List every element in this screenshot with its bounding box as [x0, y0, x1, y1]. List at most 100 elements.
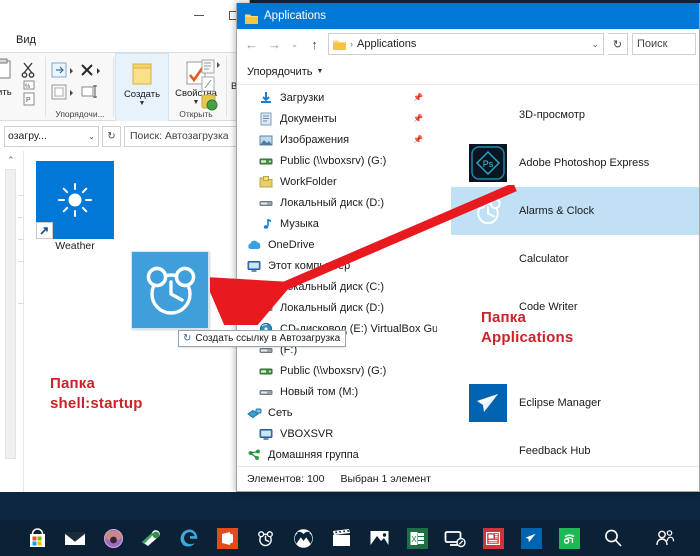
eclipse-manager-icon: [469, 384, 507, 422]
tab-view[interactable]: Вид: [8, 32, 44, 48]
arrow-right-icon[interactable]: →: [265, 33, 284, 55]
left-ribbon: % P вить: [0, 52, 249, 122]
pin-icon[interactable]: 📌: [413, 114, 423, 123]
minimize-button[interactable]: [182, 0, 216, 30]
list-item-label: Adobe Photoshop Express: [519, 157, 650, 169]
list-item[interactable]: Calculator: [451, 235, 699, 283]
weather-tile[interactable]: [36, 161, 114, 239]
properties-caret-icon[interactable]: ▼: [193, 99, 200, 106]
this-pc-icon: [259, 427, 273, 441]
new-caret-icon[interactable]: ▼: [139, 100, 146, 107]
nav-item-label: Сеть: [268, 406, 293, 419]
taskbar-eclipse-manager[interactable]: [512, 520, 550, 556]
nav-item-8[interactable]: OneDrive: [237, 234, 437, 255]
nav-item-2[interactable]: Документы 📌: [237, 108, 437, 129]
nav-item-11[interactable]: Локальный диск (D:): [237, 297, 437, 318]
taskbar-excel[interactable]: X: [398, 520, 436, 556]
nav-item-10[interactable]: Локальный диск (C:): [237, 276, 437, 297]
chevron-down-icon[interactable]: ▼: [316, 68, 323, 75]
taskbar-edge[interactable]: [170, 520, 208, 556]
paste-button-label[interactable]: вить: [0, 87, 12, 98]
list-item[interactable]: Ps Adobe Photoshop Express: [451, 139, 699, 187]
chevron-up-icon[interactable]: ⌃: [7, 155, 15, 166]
nav-item-5[interactable]: WorkFolder: [237, 171, 437, 192]
applications-list: 3D-просмотр Ps Adobe Photoshop Express A…: [451, 85, 699, 466]
list-item[interactable]: 3D-просмотр: [451, 91, 699, 139]
delete-x-icon: [81, 64, 93, 76]
network-drive-icon: [259, 154, 273, 168]
nav-item-14[interactable]: Public (\\vboxsrv) (G:): [237, 360, 437, 381]
applications-body: Загрузки 📌 Документы 📌 Изображения 📌 Public (\…: [237, 85, 699, 466]
taskbar-connect[interactable]: [436, 520, 474, 556]
chevron-down-icon[interactable]: ⌄: [88, 132, 95, 141]
open-small-icons: [201, 59, 220, 111]
taskbar-xbox[interactable]: [284, 520, 322, 556]
nav-item-label: Локальный диск (D:): [280, 301, 385, 314]
refresh-icon[interactable]: ↻: [608, 33, 628, 55]
nav-item-15[interactable]: Новый том (M:): [237, 381, 437, 402]
drive-icon: [259, 196, 273, 210]
drive-icon: [259, 385, 273, 399]
address-chevron-down-icon[interactable]: ⌄: [591, 39, 599, 50]
chevron-down-icon[interactable]: ⌄: [288, 33, 301, 55]
app-icon-placeholder: [469, 432, 507, 470]
left-scrollbar[interactable]: [5, 169, 16, 459]
nav-item-4[interactable]: Public (\\vboxsrv) (G:): [237, 150, 437, 171]
taskbar-mail[interactable]: [56, 520, 94, 556]
nav-item-9[interactable]: Этот компьютер: [237, 255, 437, 276]
taskbar-news[interactable]: [474, 520, 512, 556]
taskbar-search[interactable]: [594, 520, 632, 556]
taskbar-microsoft-store[interactable]: [18, 520, 56, 556]
folder-icon: [245, 11, 258, 24]
left-path-field[interactable]: озагру... ⌄: [4, 125, 99, 147]
left-window-titlebar: [0, 0, 249, 30]
dragged-alarm-clock-tile[interactable]: [131, 251, 209, 329]
mail-icon: [64, 532, 86, 545]
nav-item-3[interactable]: Изображения 📌: [237, 129, 437, 150]
delete-caret-icon: [97, 68, 100, 74]
taskbar-alarms-clock[interactable]: [246, 520, 284, 556]
pin-icon[interactable]: 📌: [413, 135, 423, 144]
applications-search-input[interactable]: Поиск: [632, 33, 696, 55]
pin-icon[interactable]: 📌: [413, 93, 423, 102]
arrow-up-icon[interactable]: ↑: [305, 33, 324, 55]
taskbar-office[interactable]: [208, 520, 246, 556]
ribbon-group-organize-label: Упорядочи...: [55, 109, 105, 119]
left-search-placeholder: Поиск: Автозагрузка: [130, 130, 229, 142]
office-icon: [216, 527, 238, 549]
taskbar-spotify[interactable]: [550, 520, 588, 556]
svg-text:%: %: [25, 84, 31, 90]
applications-address-field[interactable]: › Applications ⌄: [328, 33, 604, 55]
clipboard-group-icons: % P: [0, 58, 35, 106]
taskbar-groove-music[interactable]: [94, 520, 132, 556]
taskbar-paint-3d[interactable]: [132, 520, 170, 556]
taskbar-people[interactable]: [646, 520, 684, 556]
list-item[interactable]: Eclipse Manager: [451, 379, 699, 427]
ribbon-group-new[interactable]: Создать ▼: [115, 53, 169, 122]
arrow-left-icon[interactable]: ←: [242, 33, 261, 55]
onedrive-icon: [247, 238, 261, 252]
nav-item-1[interactable]: Загрузки 📌: [237, 87, 437, 108]
nav-item-label: Public (\\vboxsrv) (G:): [280, 154, 387, 167]
list-item-selected[interactable]: Alarms & Clock: [451, 187, 699, 235]
nav-item-16[interactable]: Сеть: [237, 402, 437, 423]
nav-item-18[interactable]: Домашняя группа: [237, 444, 437, 465]
nav-item-6[interactable]: Локальный диск (D:): [237, 192, 437, 213]
excel-icon: X: [406, 527, 428, 549]
paint-3d-icon: [142, 530, 160, 546]
refresh-icon[interactable]: ↻: [102, 125, 121, 147]
taskbar-movies-tv[interactable]: [322, 520, 360, 556]
spotify-icon: [558, 527, 580, 549]
nav-item-17[interactable]: VBOXSVR: [237, 423, 437, 444]
app-icon-placeholder: [469, 96, 507, 134]
svg-text:X: X: [411, 535, 417, 544]
status-selection: Выбран 1 элемент: [340, 473, 431, 485]
new-button-label[interactable]: Создать: [124, 89, 160, 100]
left-search-input[interactable]: Поиск: Автозагрузка: [124, 125, 246, 147]
drag-link-tooltip-text: Создать ссылку в Автозагрузка: [195, 333, 341, 344]
organize-button[interactable]: Упорядочить ▼: [247, 66, 323, 78]
nav-item-7[interactable]: Музыка: [237, 213, 437, 234]
nav-item-label: OneDrive: [268, 238, 315, 251]
music-icon: [259, 217, 273, 231]
taskbar-photos[interactable]: [360, 520, 398, 556]
